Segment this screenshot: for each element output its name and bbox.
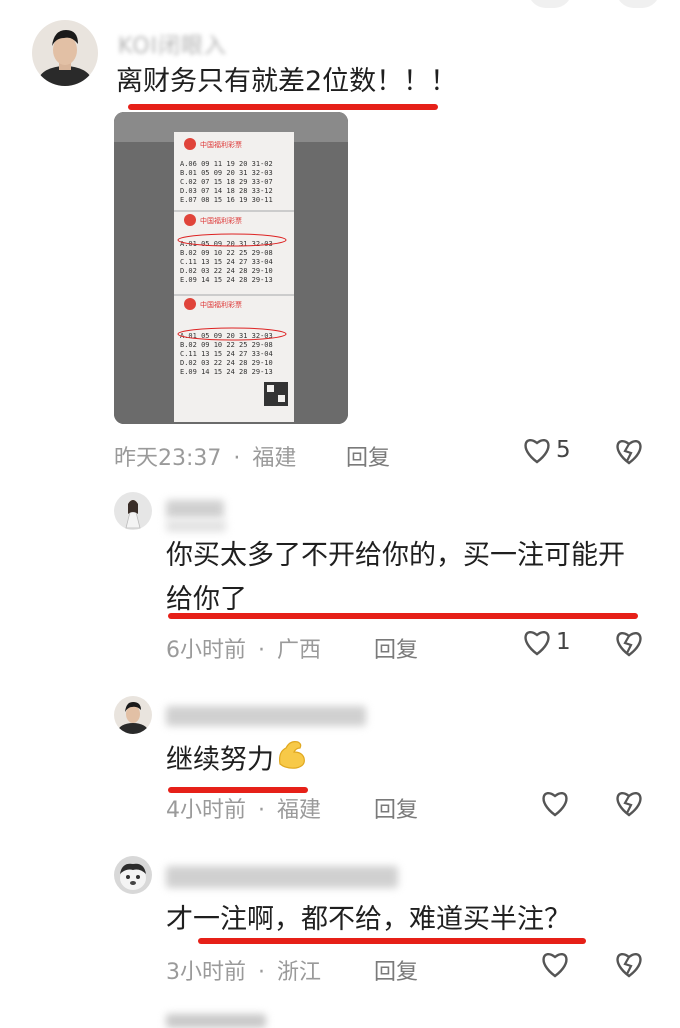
svg-text:中国福利彩票: 中国福利彩票 bbox=[200, 300, 242, 309]
svg-text:E.09 14 15 24 28 29-13: E.09 14 15 24 28 29-13 bbox=[180, 276, 273, 284]
svg-text:中国福利彩票: 中国福利彩票 bbox=[200, 216, 242, 225]
username[interactable] bbox=[166, 866, 398, 888]
avatar[interactable] bbox=[114, 492, 152, 530]
svg-text:C.11 13 15 24 27 33-04: C.11 13 15 24 27 33-04 bbox=[180, 350, 273, 358]
svg-text:B.01 05 09 20 31 32-03: B.01 05 09 20 31 32-03 bbox=[180, 169, 273, 177]
dislike-button[interactable] bbox=[614, 789, 644, 821]
comment-text: 继续努力 bbox=[166, 738, 310, 784]
comment-meta: 6小时前 · 广西 bbox=[166, 632, 321, 664]
separator-dot: · bbox=[233, 446, 241, 471]
username[interactable]: KOI闭眼入 bbox=[118, 28, 227, 60]
heart-icon bbox=[542, 792, 568, 817]
broken-heart-icon bbox=[616, 792, 642, 817]
dislike-button[interactable] bbox=[614, 437, 644, 469]
separator-dot: · bbox=[258, 798, 265, 823]
red-underline-annotation bbox=[198, 938, 586, 944]
svg-text:C.11 13 15 24 27 33-04: C.11 13 15 24 27 33-04 bbox=[180, 258, 273, 266]
broken-heart-icon bbox=[616, 440, 642, 465]
svg-text:D.02 03 22 24 28 29-10: D.02 03 22 24 28 29-10 bbox=[180, 359, 273, 367]
username[interactable] bbox=[166, 706, 366, 726]
svg-text:D.02 03 22 24 28 29-10: D.02 03 22 24 28 29-10 bbox=[180, 267, 273, 275]
avatar[interactable] bbox=[114, 856, 152, 894]
comment-text: 离财务只有就差2位数！！！ bbox=[116, 66, 458, 97]
comment-text: 才一注啊，都不给，难道买半注？ bbox=[166, 904, 571, 935]
svg-text:D.03 07 14 18 28 33-12: D.03 07 14 18 28 33-12 bbox=[180, 187, 273, 195]
location: 广西 bbox=[277, 638, 322, 663]
location: 福建 bbox=[277, 798, 322, 823]
dislike-button[interactable] bbox=[614, 950, 644, 982]
timestamp: 6小时前 bbox=[166, 638, 246, 663]
heart-icon bbox=[524, 631, 550, 656]
heart-icon bbox=[542, 953, 568, 978]
muscle-emoji-icon bbox=[276, 738, 310, 784]
dislike-button[interactable] bbox=[614, 629, 644, 661]
svg-text:B.02 09 10 22 25 29-08: B.02 09 10 22 25 29-08 bbox=[180, 341, 273, 349]
username[interactable] bbox=[166, 500, 224, 518]
svg-text:E.07 08 15 16 19 30-11: E.07 08 15 16 19 30-11 bbox=[180, 196, 273, 204]
svg-text:B.02 09 10 22 25 29-08: B.02 09 10 22 25 29-08 bbox=[180, 249, 273, 257]
like-button[interactable]: 5 bbox=[522, 436, 571, 464]
avatar[interactable] bbox=[32, 20, 98, 86]
svg-text:C.02 07 15 18 29 33-07: C.02 07 15 18 29 33-07 bbox=[180, 178, 273, 186]
reply-button[interactable]: 回复 bbox=[374, 954, 418, 986]
separator-dot: · bbox=[258, 638, 265, 663]
svg-text:A.06 09 11 19 20 31-02: A.06 09 11 19 20 31-02 bbox=[180, 160, 273, 168]
heart-icon bbox=[524, 439, 550, 464]
like-count: 1 bbox=[556, 629, 571, 655]
comment-meta: 3小时前 · 浙江 bbox=[166, 954, 321, 986]
location: 福建 bbox=[252, 446, 297, 471]
like-button[interactable]: 1 bbox=[522, 628, 571, 656]
avatar[interactable] bbox=[114, 696, 152, 734]
next-comment-partial bbox=[166, 1014, 266, 1028]
comment-meta: 昨天23:37 · 福建 bbox=[114, 440, 296, 472]
reply-button[interactable]: 回复 bbox=[374, 632, 418, 664]
broken-heart-icon bbox=[616, 953, 642, 978]
svg-text:中国福利彩票: 中国福利彩票 bbox=[200, 140, 242, 149]
top-action-button-1[interactable] bbox=[528, 0, 572, 8]
username-blur bbox=[166, 520, 226, 532]
like-button[interactable] bbox=[540, 789, 570, 821]
location: 浙江 bbox=[277, 960, 322, 985]
separator-dot: · bbox=[258, 960, 265, 985]
comment-text-line-1: 你买太多了不开给你的，买一注可能开 bbox=[166, 540, 625, 571]
svg-text:E.09 14 15 24 28 29-13: E.09 14 15 24 28 29-13 bbox=[180, 368, 273, 376]
broken-heart-icon bbox=[616, 632, 642, 657]
top-action-button-2[interactable] bbox=[616, 0, 660, 8]
comment-meta: 4小时前 · 福建 bbox=[166, 792, 321, 824]
red-underline-annotation bbox=[128, 104, 438, 110]
like-button[interactable] bbox=[540, 950, 570, 982]
timestamp: 3小时前 bbox=[166, 960, 246, 985]
lottery-ticket-photo[interactable]: 中国福利彩票 A.06 09 11 19 20 31-02 B.01 05 09… bbox=[114, 112, 348, 424]
like-count: 5 bbox=[556, 437, 571, 463]
timestamp: 4小时前 bbox=[166, 798, 246, 823]
timestamp: 昨天23:37 bbox=[114, 446, 222, 471]
reply-button[interactable]: 回复 bbox=[346, 440, 390, 472]
red-underline-annotation bbox=[168, 613, 638, 619]
reply-button[interactable]: 回复 bbox=[374, 792, 418, 824]
